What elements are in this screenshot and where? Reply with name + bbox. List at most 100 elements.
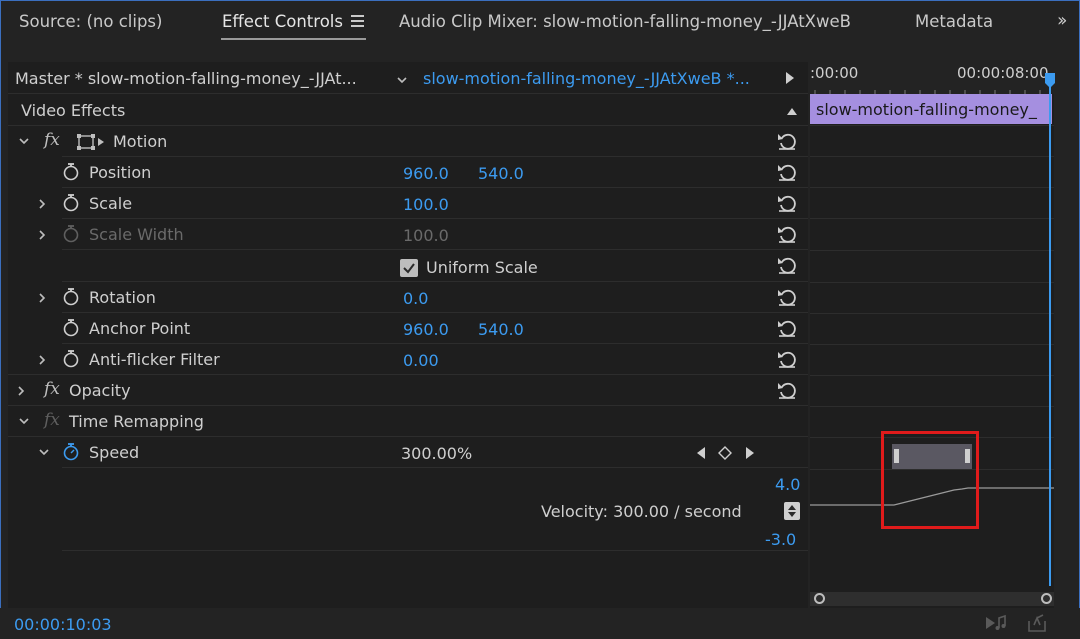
tab-audio-clip-mixer[interactable]: Audio Clip Mixer: slow-motion-falling-mo… <box>399 12 851 31</box>
effect-controls-panel: Master * slow-motion-falling-money_-JJAt… <box>8 62 808 608</box>
export-icon[interactable] <box>1026 613 1048 633</box>
anti-flicker-label: Anti-flicker Filter <box>89 350 220 369</box>
reset-icon[interactable] <box>776 287 798 307</box>
reset-icon[interactable] <box>776 162 798 182</box>
play-triangle-icon[interactable] <box>785 71 795 85</box>
stopwatch-icon[interactable] <box>63 163 79 181</box>
motion-effect-row[interactable]: fx Motion <box>8 126 808 157</box>
velocity-graph-area: 4.0 Velocity: 300.00 / second -3.0 <box>8 469 808 551</box>
scale-width-label: Scale Width <box>89 225 184 244</box>
anchor-point-row: Anchor Point 960.0 540.0 <box>8 313 808 344</box>
speed-value[interactable]: 300.00% <box>401 444 472 463</box>
tab-effect-controls[interactable]: Effect Controls <box>222 12 343 31</box>
scale-width-value: 100.0 <box>403 226 449 245</box>
position-y-value[interactable]: 540.0 <box>478 164 524 183</box>
rotation-value[interactable]: 0.0 <box>403 289 428 308</box>
tab-source[interactable]: Source: (no clips) <box>19 12 162 31</box>
mini-timeline-panel: :00:00 00:00:08:00 slow-motion-falling-m… <box>810 62 1054 608</box>
scale-width-row: Scale Width 100.0 <box>8 219 808 250</box>
ruler-end-time: 00:00:08:00 <box>957 64 1049 82</box>
prev-keyframe-icon[interactable] <box>696 446 706 460</box>
position-row: Position 960.0 540.0 <box>8 157 808 188</box>
clip-bar[interactable]: slow-motion-falling-money_ <box>810 94 1052 124</box>
time-ruler[interactable]: :00:00 00:00:08:00 <box>810 62 1054 94</box>
reset-icon[interactable] <box>776 224 798 244</box>
collapse-up-icon[interactable] <box>786 106 798 116</box>
scale-label: Scale <box>89 194 133 213</box>
current-timecode[interactable]: 00:00:10:03 <box>14 615 112 634</box>
chevron-down-icon[interactable] <box>395 73 409 87</box>
timeline-scrollbar[interactable] <box>810 592 1054 606</box>
chevron-down-icon[interactable] <box>17 414 31 428</box>
play-audio-icon[interactable] <box>985 614 1007 632</box>
position-x-value[interactable]: 960.0 <box>403 164 449 183</box>
clip-header-row: Master * slow-motion-falling-money_-JJAt… <box>8 62 808 94</box>
rotation-row: Rotation 0.0 <box>8 282 808 313</box>
chevron-right-icon[interactable] <box>35 228 49 242</box>
anti-flicker-value[interactable]: 0.00 <box>403 351 439 370</box>
anchor-point-label: Anchor Point <box>89 319 191 338</box>
fx-icon[interactable]: fx <box>44 379 60 399</box>
video-effects-title: Video Effects <box>21 101 126 120</box>
reset-icon[interactable] <box>776 193 798 213</box>
transform-icon[interactable] <box>77 133 105 151</box>
opacity-label: Opacity <box>69 381 131 400</box>
chevron-down-icon[interactable] <box>37 445 51 459</box>
uniform-scale-checkbox[interactable] <box>400 259 418 277</box>
position-label: Position <box>89 163 152 182</box>
fx-icon: fx <box>44 410 60 430</box>
reset-icon[interactable] <box>776 380 798 400</box>
chevron-right-icon[interactable] <box>35 197 49 211</box>
stopwatch-icon[interactable] <box>63 319 79 337</box>
anti-flicker-row: Anti-flicker Filter 0.00 <box>8 344 808 375</box>
stopwatch-icon[interactable] <box>63 288 79 306</box>
playhead-line[interactable] <box>1049 76 1051 586</box>
status-bar: 00:00:10:03 <box>0 608 1080 639</box>
chevron-right-icon[interactable] <box>35 291 49 305</box>
playhead-marker-icon[interactable] <box>1043 73 1057 89</box>
reset-icon[interactable] <box>776 131 798 151</box>
time-remapping-effect-row[interactable]: fx Time Remapping <box>8 406 808 437</box>
reset-icon[interactable] <box>776 349 798 369</box>
more-tabs-icon[interactable]: ›› <box>1057 10 1068 31</box>
anchor-point-x-value[interactable]: 960.0 <box>403 320 449 339</box>
speed-row: Speed 300.00% <box>8 437 808 468</box>
clip-bar-label: slow-motion-falling-money_ <box>816 100 1037 119</box>
opacity-effect-row[interactable]: fx Opacity <box>8 375 808 406</box>
graph-resize-icon[interactable] <box>784 502 800 520</box>
graph-max-value: 4.0 <box>775 475 801 494</box>
graph-min-value: -3.0 <box>765 530 797 549</box>
fx-icon[interactable]: fx <box>44 130 60 150</box>
highlight-box <box>881 431 979 529</box>
stopwatch-icon <box>63 225 79 243</box>
scroll-handle-right[interactable] <box>1041 593 1052 604</box>
reset-icon[interactable] <box>776 318 798 338</box>
rotation-label: Rotation <box>89 288 156 307</box>
sequence-clip-label[interactable]: slow-motion-falling-money_-JJAtXweB *... <box>423 69 750 88</box>
time-remapping-label: Time Remapping <box>69 412 204 431</box>
add-keyframe-icon[interactable] <box>718 446 732 460</box>
reset-icon[interactable] <box>776 255 798 275</box>
checkmark-icon <box>403 263 415 274</box>
scale-row: Scale 100.0 <box>8 188 808 219</box>
chevron-right-icon[interactable] <box>35 353 49 367</box>
motion-label: Motion <box>113 132 168 151</box>
ruler-start-time: :00:00 <box>810 64 859 82</box>
velocity-readout: Velocity: 300.00 / second <box>541 502 742 521</box>
active-tab-underline <box>221 38 366 40</box>
panel-menu-icon[interactable] <box>351 15 364 27</box>
next-keyframe-icon[interactable] <box>745 446 755 460</box>
tab-metadata[interactable]: Metadata <box>915 12 993 31</box>
stopwatch-icon[interactable] <box>63 194 79 212</box>
scroll-handle-left[interactable] <box>814 593 825 604</box>
scale-value[interactable]: 100.0 <box>403 195 449 214</box>
video-effects-header: Video Effects <box>8 94 808 126</box>
anchor-point-y-value[interactable]: 540.0 <box>478 320 524 339</box>
stopwatch-icon[interactable] <box>63 350 79 368</box>
uniform-scale-label[interactable]: Uniform Scale <box>426 258 538 277</box>
stopwatch-active-icon[interactable] <box>63 443 79 461</box>
chevron-down-icon[interactable] <box>17 134 31 148</box>
chevron-right-icon[interactable] <box>14 384 28 398</box>
master-clip-label[interactable]: Master * slow-motion-falling-money_-JJAt… <box>15 69 357 88</box>
uniform-scale-row: Uniform Scale <box>8 250 808 282</box>
